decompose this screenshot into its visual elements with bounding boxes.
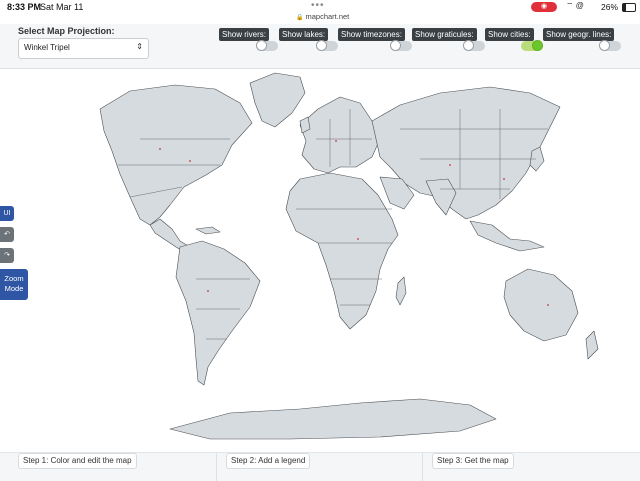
city-dot [357,238,359,240]
status-date: Sat Mar 11 [40,2,84,12]
projection-select[interactable]: Winkel Tripel ⇕ [18,38,149,59]
zoom-mode-button[interactable]: Zoom Mode [0,269,28,300]
projection-value: Winkel Tripel [24,43,70,52]
screen-recording-icon: ◉ [531,2,557,12]
step-3-tab[interactable]: Step 3: Get the map [432,453,514,469]
ui-button[interactable]: UI [0,206,14,221]
column-divider [422,453,423,481]
cities-toggle[interactable] [521,40,543,51]
column-divider [216,453,217,481]
greenland [249,72,306,128]
status-bar: 8:33 PM Sat Mar 11 ••• 🔒 mapchart.net ◉ ⌔… [0,0,640,24]
north-america [99,84,253,226]
southeast-asia [469,220,545,252]
address-bar[interactable]: 🔒 mapchart.net [296,12,349,21]
chevron-updown-icon: ⇕ [136,42,143,51]
africa [285,172,399,330]
south-america [175,240,261,386]
world-map-svg[interactable] [0,69,640,452]
projection-label: Select Map Projection: [18,26,115,36]
map-options-toolbar: Select Map Projection: Winkel Tripel ⇕ S… [0,24,640,69]
europe [299,96,381,174]
redo-icon[interactable]: ↷ [0,248,14,263]
timezones-toggle[interactable] [390,40,412,51]
caribbean [195,226,221,235]
city-dot [503,178,505,180]
battery-percent: 26% [601,2,619,12]
battery-icon [622,3,636,12]
undo-icon[interactable]: ↶ [0,227,14,242]
status-time: 8:33 PM [7,2,42,12]
cities-label: Show cities: [485,28,534,41]
steps-bar: Step 1: Color and edit the map Step 2: A… [0,452,640,481]
graticules-toggle[interactable] [463,40,485,51]
antarctica [169,398,497,440]
step-1-tab[interactable]: Step 1: Color and edit the map [18,453,137,469]
geogr-lines-toggle[interactable] [599,40,621,51]
city-dot [547,304,549,306]
address-text: mapchart.net [305,12,350,21]
lock-icon: 🔒 [296,15,304,21]
new-zealand [585,330,599,360]
rivers-toggle[interactable] [256,40,278,51]
multitask-dots-icon[interactable]: ••• [311,0,325,11]
step-2-tab[interactable]: Step 2: Add a legend [226,453,311,469]
wifi-icon: ⌔ @ [566,1,584,10]
city-dot [207,290,209,292]
madagascar [395,276,407,306]
world-map-canvas[interactable] [0,69,640,452]
city-dot [449,164,451,166]
australia [503,268,579,342]
lakes-toggle[interactable] [316,40,338,51]
city-dot [159,148,161,150]
city-dot [189,160,191,162]
city-dot [335,140,337,142]
